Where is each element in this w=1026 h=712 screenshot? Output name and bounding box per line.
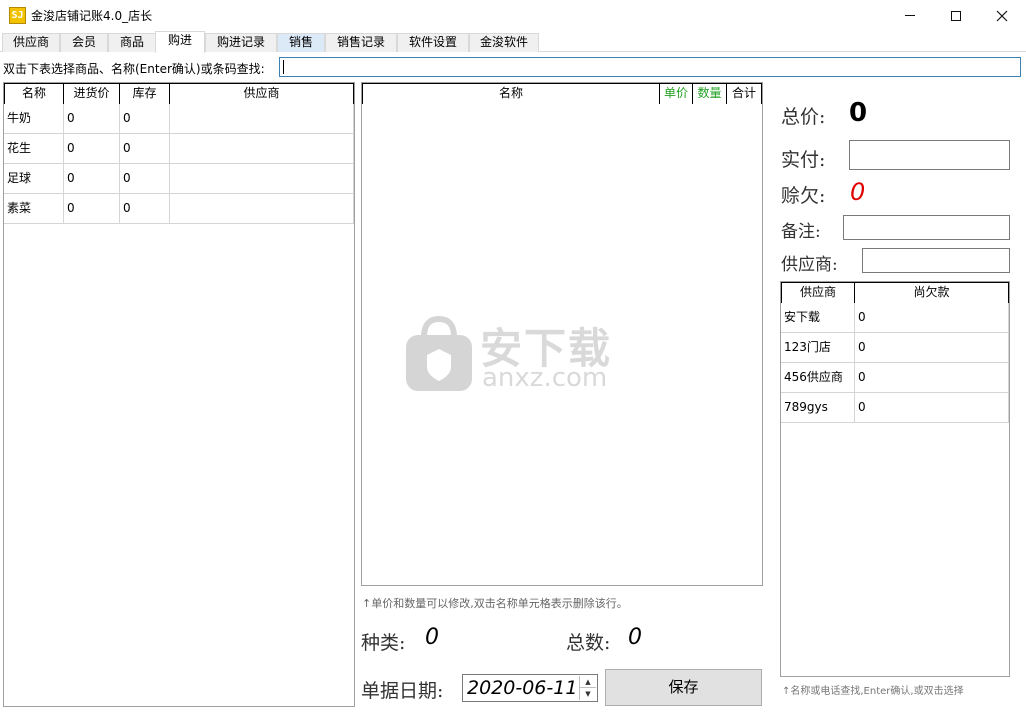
window-title: 金浚店铺记账4.0_店长	[31, 9, 153, 23]
tab-member[interactable]: 会员	[60, 33, 108, 52]
table-row[interactable]: 789gys 0	[781, 393, 1009, 423]
cell-debt: 0	[855, 333, 1009, 363]
cell-stock: 0	[120, 164, 170, 194]
search-input[interactable]	[279, 57, 1021, 77]
product-table[interactable]: 名称 进货价 库存 供应商 牛奶 0 0 花生 0 0 足球 0 0 素菜 0 …	[3, 82, 355, 707]
cell-stock: 0	[120, 134, 170, 164]
cell-supplier: 456供应商	[781, 363, 855, 393]
supplier-input[interactable]	[862, 248, 1010, 273]
date-value: 2020-06-11	[467, 677, 578, 699]
watermark: 安下载 anxz.com	[404, 313, 634, 397]
tab-settings[interactable]: 软件设置	[397, 33, 469, 52]
table-row[interactable]: 足球 0 0	[4, 164, 354, 194]
shopping-bag-icon	[406, 315, 472, 391]
count-value: 0	[628, 625, 642, 650]
maximize-button[interactable]	[933, 0, 979, 31]
tab-purchase[interactable]: 购进	[155, 31, 205, 53]
total-label: 总价:	[781, 106, 826, 128]
tab-sales-records[interactable]: 销售记录	[325, 33, 397, 52]
cell-purchase-price: 0	[64, 104, 120, 134]
tab-purchase-records[interactable]: 购进记录	[205, 33, 277, 52]
cell-name: 足球	[4, 164, 64, 194]
close-icon	[996, 10, 1008, 21]
date-picker[interactable]: 2020-06-11 ▲ ▼	[462, 674, 598, 702]
cell-name: 花生	[4, 134, 64, 164]
owe-label: 赊欠:	[781, 185, 826, 207]
note-input[interactable]	[843, 215, 1010, 240]
paid-input[interactable]	[849, 140, 1010, 170]
minimize-icon	[905, 15, 915, 16]
cell-supplier: 789gys	[781, 393, 855, 423]
kinds-value: 0	[425, 625, 439, 650]
supplier-table-header: 供应商 尚欠款	[781, 282, 1009, 303]
table-row[interactable]: 安下载 0	[781, 303, 1009, 333]
column-header-subtotal[interactable]: 合计	[727, 84, 762, 104]
table-row[interactable]: 123门店 0	[781, 333, 1009, 363]
column-header-stock[interactable]: 库存	[120, 84, 170, 104]
tab-supplier[interactable]: 供应商	[2, 33, 60, 52]
supplier-table[interactable]: 供应商 尚欠款 安下载 0 123门店 0 456供应商 0 789gys 0	[780, 281, 1010, 677]
column-header-supplier[interactable]: 供应商	[781, 283, 855, 303]
kinds-label: 种类:	[361, 632, 406, 654]
table-row[interactable]: 素菜 0 0	[4, 194, 354, 224]
note-label: 备注:	[781, 222, 821, 242]
column-header-supplier[interactable]: 供应商	[170, 84, 354, 104]
order-table-header: 名称 单价 数量 合计	[362, 83, 762, 104]
cell-debt: 0	[855, 303, 1009, 333]
table-row[interactable]: 牛奶 0 0	[4, 104, 354, 134]
cell-supplier	[170, 104, 354, 134]
cell-debt: 0	[855, 363, 1009, 393]
cell-supplier: 安下载	[781, 303, 855, 333]
column-header-unit-price[interactable]: 单价	[660, 84, 693, 104]
column-header-debt[interactable]: 尚欠款	[855, 283, 1009, 303]
paid-label: 实付:	[781, 149, 826, 171]
title-bar: SJ 金浚店铺记账4.0_店长	[0, 0, 1026, 31]
tab-about[interactable]: 金浚软件	[469, 33, 539, 52]
table-row[interactable]: 花生 0 0	[4, 134, 354, 164]
column-header-name[interactable]: 名称	[4, 84, 64, 104]
total-value: 0	[849, 98, 868, 128]
table-row[interactable]: 456供应商 0	[781, 363, 1009, 393]
column-header-quantity[interactable]: 数量	[693, 84, 727, 104]
cell-name: 牛奶	[4, 104, 64, 134]
cell-stock: 0	[120, 194, 170, 224]
tab-product[interactable]: 商品	[108, 33, 156, 52]
supplier-label: 供应商:	[781, 255, 838, 275]
tab-sales[interactable]: 销售	[277, 33, 325, 52]
cell-purchase-price: 0	[64, 194, 120, 224]
tab-strip: 供应商 会员 商品 购进 购进记录 销售 销售记录 软件设置 金浚软件	[0, 31, 1026, 53]
watermark-url: anxz.com	[482, 363, 608, 393]
cell-name: 素菜	[4, 194, 64, 224]
cell-supplier	[170, 134, 354, 164]
date-spinner[interactable]: ▲ ▼	[579, 676, 596, 700]
text-caret	[283, 60, 284, 74]
count-label: 总数:	[566, 632, 611, 654]
order-table-hint: ↑单价和数量可以修改,双击名称单元格表示删除该行。	[362, 597, 628, 610]
save-button[interactable]: 保存	[605, 669, 762, 706]
date-label: 单据日期:	[361, 680, 444, 702]
product-table-header: 名称 进货价 库存 供应商	[4, 83, 354, 104]
minimize-button[interactable]	[887, 0, 933, 31]
cell-purchase-price: 0	[64, 164, 120, 194]
cell-supplier	[170, 164, 354, 194]
spin-down-icon[interactable]: ▼	[580, 688, 596, 700]
search-label: 双击下表选择商品、名称(Enter确认)或条码查找:	[3, 62, 265, 76]
cell-supplier	[170, 194, 354, 224]
maximize-icon	[951, 10, 961, 21]
cell-stock: 0	[120, 104, 170, 134]
app-logo-icon: SJ	[9, 7, 26, 24]
cell-debt: 0	[855, 393, 1009, 423]
supplier-table-hint: ↑名称或电话查找,Enter确认,或双击选择	[782, 686, 964, 697]
column-header-name[interactable]: 名称	[362, 84, 660, 104]
owe-value: 0	[850, 178, 866, 206]
cell-supplier: 123门店	[781, 333, 855, 363]
spin-up-icon[interactable]: ▲	[580, 676, 596, 688]
cell-purchase-price: 0	[64, 134, 120, 164]
column-header-purchase-price[interactable]: 进货价	[64, 84, 120, 104]
close-button[interactable]	[979, 0, 1025, 31]
